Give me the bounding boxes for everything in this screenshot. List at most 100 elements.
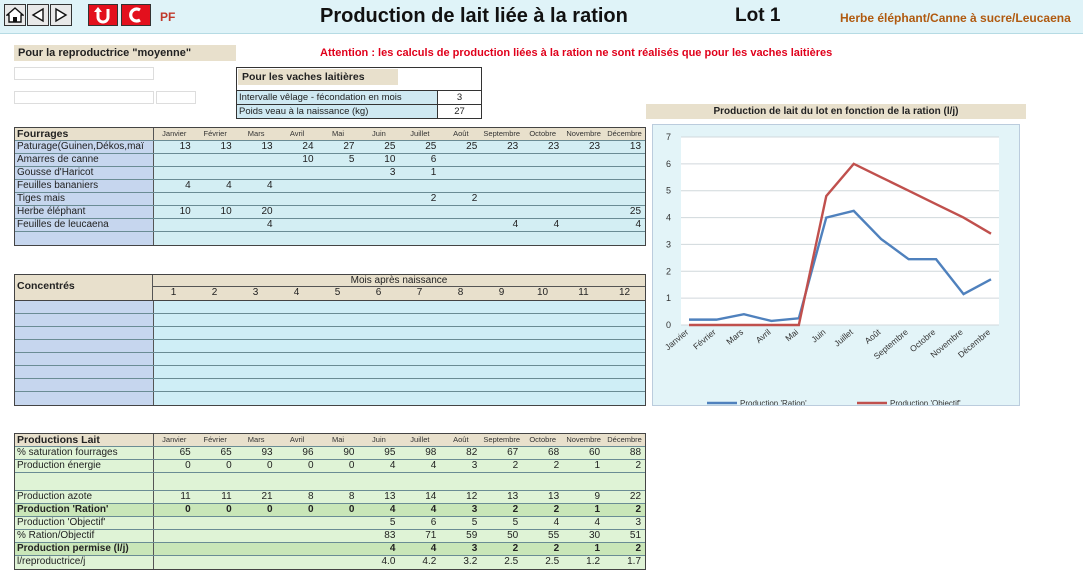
concentre-cell[interactable] [481,379,522,391]
fourrage-cell[interactable]: 2 [399,193,440,205]
fourrage-cell[interactable] [277,206,318,218]
concentre-cell[interactable] [236,301,277,313]
blank-field-3[interactable] [156,91,196,104]
concentre-cell[interactable] [481,314,522,326]
fourrage-cell[interactable] [277,219,318,231]
fourrage-cell[interactable] [604,193,645,205]
concentre-cell[interactable] [440,379,481,391]
concentre-cell[interactable] [154,327,195,339]
concentre-cell[interactable] [604,353,645,365]
fourrage-cell[interactable] [399,206,440,218]
concentre-cell[interactable] [318,353,359,365]
concentre-cell[interactable] [236,314,277,326]
fourrage-cell[interactable] [563,206,604,218]
concentre-cell[interactable] [277,366,318,378]
concentre-cell[interactable] [318,340,359,352]
concentre-cell[interactable] [277,301,318,313]
concentre-cell[interactable] [195,327,236,339]
concentre-cell[interactable] [399,379,440,391]
concentre-cell[interactable] [195,366,236,378]
fourrage-cell[interactable] [154,167,195,179]
fourrage-cell[interactable]: 10 [358,154,399,166]
concentre-cell[interactable] [563,379,604,391]
undo-button[interactable] [88,4,118,26]
blank-field-2[interactable] [14,91,154,104]
concentre-label[interactable] [15,327,154,339]
fourrage-cell[interactable] [604,154,645,166]
concentre-cell[interactable] [440,366,481,378]
fourrage-cell[interactable] [277,180,318,192]
concentre-cell[interactable] [318,366,359,378]
concentre-cell[interactable] [358,301,399,313]
fourrage-cell[interactable] [563,180,604,192]
concentre-cell[interactable] [277,340,318,352]
concentre-cell[interactable] [195,379,236,391]
fourrage-cell[interactable]: 5 [318,154,359,166]
fourrage-cell[interactable]: 10 [195,206,236,218]
concentre-cell[interactable] [358,314,399,326]
concentre-cell[interactable] [522,366,563,378]
fourrage-cell[interactable] [440,180,481,192]
concentre-label[interactable] [15,392,154,405]
concentre-cell[interactable] [154,353,195,365]
concentre-cell[interactable] [318,379,359,391]
concentre-cell[interactable] [440,314,481,326]
fourrage-cell[interactable]: 25 [604,206,645,218]
fourrage-cell[interactable]: 4 [236,180,277,192]
concentre-cell[interactable] [481,301,522,313]
fourrage-cell[interactable]: 1 [399,167,440,179]
concentre-cell[interactable] [277,314,318,326]
concentre-label[interactable] [15,314,154,326]
fourrage-cell[interactable] [440,219,481,231]
param-value[interactable]: 27 [437,105,481,118]
concentre-cell[interactable] [563,340,604,352]
fourrage-cell[interactable]: 23 [563,141,604,153]
fourrage-cell[interactable] [277,167,318,179]
concentre-cell[interactable] [358,340,399,352]
fourrage-cell[interactable]: 6 [399,154,440,166]
fourrage-cell[interactable] [522,193,563,205]
concentre-label[interactable] [15,379,154,391]
concentre-cell[interactable] [563,314,604,326]
fourrage-cell[interactable] [318,206,359,218]
fourrage-cell[interactable] [236,232,277,245]
concentre-cell[interactable] [563,353,604,365]
fourrage-cell[interactable] [522,206,563,218]
fourrage-cell[interactable] [399,219,440,231]
fourrage-cell[interactable] [399,180,440,192]
concentre-cell[interactable] [563,301,604,313]
fourrage-cell[interactable] [195,219,236,231]
concentre-cell[interactable] [358,366,399,378]
fourrage-cell[interactable]: 2 [440,193,481,205]
concentre-cell[interactable] [604,340,645,352]
fourrage-cell[interactable] [481,206,522,218]
concentre-cell[interactable] [604,327,645,339]
concentre-cell[interactable] [399,340,440,352]
concentre-cell[interactable] [195,392,236,405]
concentre-cell[interactable] [358,379,399,391]
concentre-cell[interactable] [522,327,563,339]
concentre-cell[interactable] [399,314,440,326]
fourrage-cell[interactable]: 10 [154,206,195,218]
concentre-cell[interactable] [195,353,236,365]
fourrage-cell[interactable]: 4 [522,219,563,231]
fourrage-cell[interactable] [236,167,277,179]
fourrage-cell[interactable] [154,219,195,231]
fourrage-cell[interactable] [399,232,440,245]
concentre-cell[interactable] [277,392,318,405]
concentre-cell[interactable] [481,340,522,352]
concentre-cell[interactable] [481,392,522,405]
concentre-cell[interactable] [277,353,318,365]
refresh-button[interactable] [121,4,151,26]
fourrage-cell[interactable]: 23 [481,141,522,153]
fourrage-cell[interactable] [522,180,563,192]
concentre-cell[interactable] [481,327,522,339]
fourrage-cell[interactable] [563,154,604,166]
concentre-cell[interactable] [399,392,440,405]
concentre-cell[interactable] [358,353,399,365]
fourrage-cell[interactable] [440,167,481,179]
fourrage-cell[interactable]: 25 [399,141,440,153]
fourrage-cell[interactable]: 13 [236,141,277,153]
fourrage-cell[interactable] [481,154,522,166]
fourrage-cell[interactable] [563,167,604,179]
